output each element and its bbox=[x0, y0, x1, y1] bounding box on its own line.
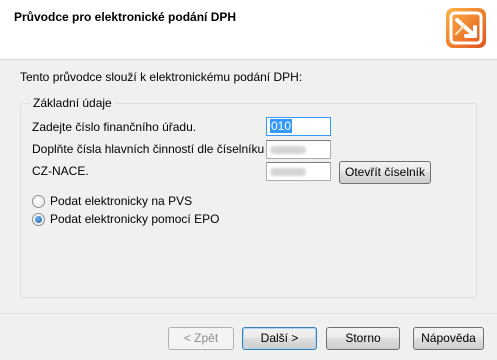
activity-code-input-2[interactable] bbox=[266, 162, 331, 181]
activity-code-value-1 bbox=[270, 146, 306, 154]
open-codebook-button[interactable]: Otevřít číselník bbox=[339, 161, 431, 184]
wizard-header: Průvodce pro elektronické podání DPH bbox=[0, 0, 497, 60]
activity-label-line1: Doplňte čísla hlavních činností dle číse… bbox=[32, 142, 265, 156]
wizard-dialog: Průvodce pro elektronické podání DPH Ten… bbox=[0, 0, 497, 360]
footer-separator bbox=[0, 313, 497, 314]
radio-epo[interactable] bbox=[32, 213, 45, 226]
back-button[interactable]: < Zpět bbox=[168, 327, 234, 350]
office-number-value: 010 bbox=[270, 119, 293, 133]
activity-code-value-2 bbox=[270, 168, 306, 176]
cancel-button[interactable]: Storno bbox=[326, 327, 400, 350]
office-number-label: Zadejte číslo finančního úřadu. bbox=[32, 120, 197, 134]
radio-epo-label[interactable]: Podat elektronicky pomocí EPO bbox=[50, 212, 219, 226]
next-button[interactable]: Další > bbox=[242, 327, 317, 350]
wizard-app-icon bbox=[446, 8, 486, 48]
intro-text: Tento průvodce slouží k elektronickému p… bbox=[20, 70, 303, 84]
office-number-input[interactable]: 010 bbox=[266, 117, 331, 136]
basic-info-legend: Základní údaje bbox=[30, 96, 115, 110]
activity-label-line2: CZ-NACE. bbox=[32, 164, 89, 178]
radio-pvs[interactable] bbox=[32, 195, 45, 208]
activity-code-input-1[interactable] bbox=[266, 140, 331, 159]
radio-pvs-label[interactable]: Podat elektronicky na PVS bbox=[50, 194, 192, 208]
help-button[interactable]: Nápověda bbox=[413, 327, 484, 350]
wizard-title: Průvodce pro elektronické podání DPH bbox=[14, 10, 237, 24]
